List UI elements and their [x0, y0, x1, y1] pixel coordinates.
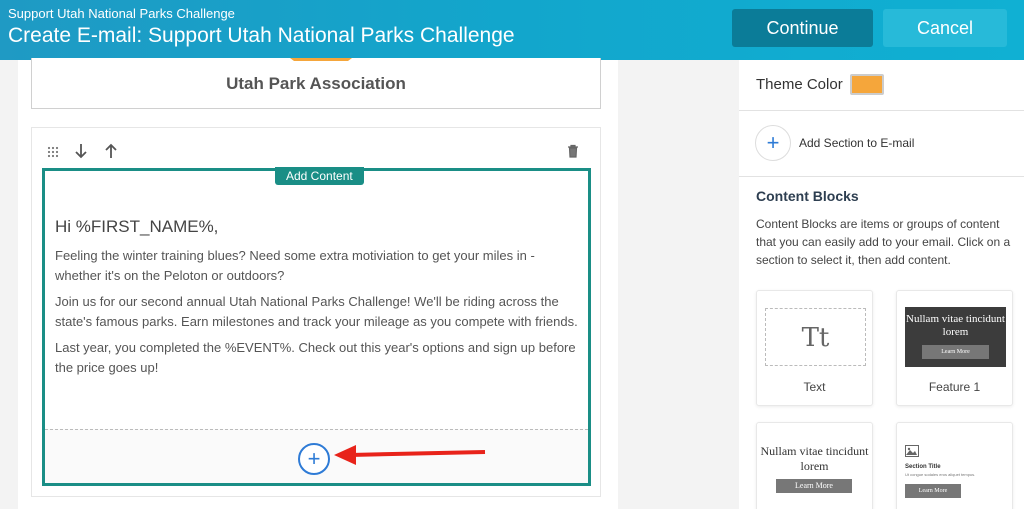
learn-more-button: Learn More	[905, 484, 961, 498]
right-panel: Theme Color + Add Section to E-mail Cont…	[739, 60, 1024, 509]
continue-button[interactable]: Continue	[732, 9, 873, 47]
block-tile-label: Text	[803, 380, 826, 394]
arrow-up-icon[interactable]	[104, 143, 118, 164]
feature-1-preview: Nullam vitae tincidunt lorem Learn More	[905, 307, 1006, 367]
block-tile-text[interactable]: Tt Text	[756, 290, 873, 406]
section-subtext: Ut congue sodales eros aliquet tempus.	[905, 472, 976, 477]
block-tile-section[interactable]: Section Title Ut congue sodales eros ali…	[896, 422, 1013, 509]
drag-handle-icon[interactable]	[47, 145, 59, 163]
section-title-text: Section Title	[905, 464, 941, 470]
add-block-drop-zone[interactable]: +	[45, 429, 588, 483]
content-blocks-description: Content Blocks are items or groups of co…	[756, 217, 1011, 267]
trash-icon[interactable]	[567, 144, 579, 163]
block-tile-feature-2[interactable]: Nullam vitae tincidunt lorem Learn More	[756, 422, 873, 509]
text-block-preview: Tt	[765, 308, 866, 366]
organization-name: Utah Park Association	[226, 74, 406, 93]
plus-icon: +	[307, 446, 321, 471]
learn-more-button: Learn More	[922, 345, 989, 359]
plus-icon: +	[766, 130, 780, 155]
app-header: Support Utah National Parks Challenge Cr…	[0, 0, 1024, 60]
annotation-arrow-icon	[334, 445, 486, 465]
image-placeholder-icon	[905, 445, 919, 457]
block-tile-label: Feature 1	[928, 380, 981, 394]
feature-heading: Nullam vitae tincidunt lorem	[760, 444, 869, 473]
theme-color-row: Theme Color	[739, 60, 1024, 111]
header-subtitle: Support Utah National Parks Challenge	[8, 6, 235, 21]
add-content-tab[interactable]: Add Content	[275, 167, 364, 185]
feature-heading: Nullam vitae tincidunt lorem	[906, 313, 1005, 338]
add-section-button[interactable]: +	[755, 125, 791, 161]
block-tile-feature-1[interactable]: Nullam vitae tincidunt lorem Learn More …	[896, 290, 1013, 406]
arrow-down-icon[interactable]	[74, 143, 88, 164]
header-section[interactable]: Utah Park Association	[31, 58, 601, 109]
email-paragraph[interactable]: Feeling the winter training blues? Need …	[55, 246, 580, 286]
add-block-button[interactable]: +	[298, 443, 330, 475]
page-title: Create E-mail: Support Utah National Par…	[8, 24, 515, 47]
content-area[interactable]: Add Content Hi %FIRST_NAME%, Feeling the…	[42, 167, 591, 486]
content-blocks-title: Content Blocks	[756, 188, 859, 204]
learn-more-button: Learn More	[776, 479, 852, 493]
email-paragraph[interactable]: Join us for our second annual Utah Natio…	[55, 292, 580, 332]
email-paragraph[interactable]: Last year, you completed the %EVENT%. Ch…	[55, 338, 580, 378]
add-section-label[interactable]: Add Section to E-mail	[799, 136, 914, 150]
theme-color-label: Theme Color	[756, 76, 843, 93]
email-canvas: Utah Park Association Add Content Hi %FI…	[18, 58, 618, 509]
logo-fragment-icon	[290, 58, 352, 61]
cancel-button[interactable]: Cancel	[883, 9, 1007, 47]
email-greeting[interactable]: Hi %FIRST_NAME%,	[55, 217, 218, 237]
email-section[interactable]: Add Content Hi %FIRST_NAME%, Feeling the…	[31, 127, 601, 497]
theme-color-swatch[interactable]	[850, 74, 884, 95]
